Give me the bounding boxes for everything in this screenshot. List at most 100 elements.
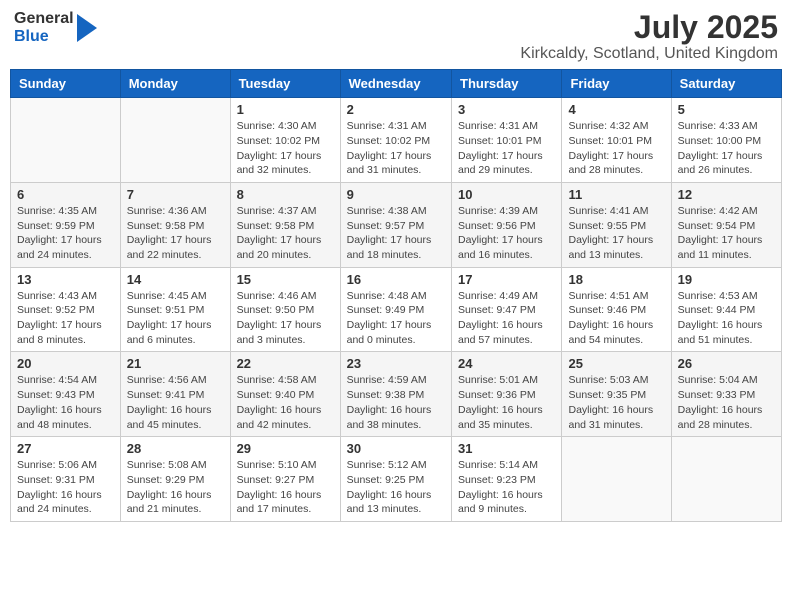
day-info: Sunrise: 4:56 AMSunset: 9:41 PMDaylight:… (127, 373, 224, 432)
calendar-cell: 7 Sunrise: 4:36 AMSunset: 9:58 PMDaylight… (120, 182, 230, 267)
calendar-cell: 1 Sunrise: 4:30 AMSunset: 10:02 PMDayligh… (230, 98, 340, 183)
day-info: Sunrise: 4:38 AMSunset: 9:57 PMDaylight:… (347, 204, 445, 263)
calendar-cell: 20 Sunrise: 4:54 AMSunset: 9:43 PMDayligh… (11, 352, 121, 437)
calendar-cell: 25 Sunrise: 5:03 AMSunset: 9:35 PMDayligh… (562, 352, 671, 437)
day-number: 23 (347, 356, 445, 371)
calendar-cell: 2Sunrise: 4:31 AMSunset: 10:02 PMDayligh… (340, 98, 451, 183)
calendar-row-5: 27Sunrise: 5:06 AMSunset: 9:31 PMDayligh… (11, 437, 782, 522)
calendar-cell: 10 Sunrise: 4:39 AMSunset: 9:56 PMDayligh… (452, 182, 562, 267)
day-info: Sunrise: 4:49 AMSunset: 9:47 PMDaylight:… (458, 289, 555, 348)
col-header-sunday: Sunday (11, 70, 121, 98)
calendar-cell: 14 Sunrise: 4:45 AMSunset: 9:51 PMDayligh… (120, 267, 230, 352)
day-number: 14 (127, 272, 224, 287)
day-number: 26 (678, 356, 775, 371)
calendar-cell: 9 Sunrise: 4:38 AMSunset: 9:57 PMDaylight… (340, 182, 451, 267)
day-info: Sunrise: 4:46 AMSunset: 9:50 PMDaylight:… (237, 289, 334, 348)
calendar-cell: 5 Sunrise: 4:33 AMSunset: 10:00 PMDayligh… (671, 98, 781, 183)
calendar-cell: 3 Sunrise: 4:31 AMSunset: 10:01 PMDayligh… (452, 98, 562, 183)
calendar-header-row: SundayMondayTuesdayWednesdayThursdayFrid… (11, 70, 782, 98)
day-number: 7 (127, 187, 224, 202)
calendar-row-1: 1 Sunrise: 4:30 AMSunset: 10:02 PMDayligh… (11, 98, 782, 183)
col-header-thursday: Thursday (452, 70, 562, 98)
calendar-cell: 22 Sunrise: 4:58 AMSunset: 9:40 PMDayligh… (230, 352, 340, 437)
day-info: Sunrise: 4:43 AMSunset: 9:52 PMDaylight:… (17, 289, 114, 348)
day-info: Sunrise: 4:39 AMSunset: 9:56 PMDaylight:… (458, 204, 555, 263)
day-number: 22 (237, 356, 334, 371)
day-number: 19 (678, 272, 775, 287)
month-title: July 2025 (520, 10, 778, 45)
day-number: 20 (17, 356, 114, 371)
day-info: Sunrise: 4:51 AMSunset: 9:46 PMDaylight:… (568, 289, 664, 348)
day-number: 6 (17, 187, 114, 202)
logo-general-text: General (14, 10, 74, 28)
day-info: Sunrise: 4:35 AMSunset: 9:59 PMDaylight:… (17, 204, 114, 263)
calendar-cell: 31Sunrise: 5:14 AMSunset: 9:23 PMDayligh… (452, 437, 562, 522)
day-info: Sunrise: 4:31 AMSunset: 10:01 PMDaylight… (458, 119, 555, 178)
day-number: 21 (127, 356, 224, 371)
day-info: Sunrise: 5:01 AMSunset: 9:36 PMDaylight:… (458, 373, 555, 432)
logo: General Blue (14, 10, 97, 47)
day-info: Sunrise: 4:53 AMSunset: 9:44 PMDaylight:… (678, 289, 775, 348)
col-header-wednesday: Wednesday (340, 70, 451, 98)
day-number: 4 (568, 102, 664, 117)
day-info: Sunrise: 4:31 AMSunset: 10:02 PMDaylight… (347, 119, 445, 178)
day-number: 31 (458, 441, 555, 456)
day-number: 30 (347, 441, 445, 456)
page-header: General Blue July 2025 Kirkcaldy, Scotla… (10, 10, 782, 63)
col-header-tuesday: Tuesday (230, 70, 340, 98)
day-info: Sunrise: 4:33 AMSunset: 10:00 PMDaylight… (678, 119, 775, 178)
day-info: Sunrise: 4:30 AMSunset: 10:02 PMDaylight… (237, 119, 334, 178)
day-info: Sunrise: 5:03 AMSunset: 9:35 PMDaylight:… (568, 373, 664, 432)
calendar-cell: 4Sunrise: 4:32 AMSunset: 10:01 PMDayligh… (562, 98, 671, 183)
day-number: 15 (237, 272, 334, 287)
day-number: 11 (568, 187, 664, 202)
day-number: 25 (568, 356, 664, 371)
day-number: 29 (237, 441, 334, 456)
calendar-cell: 23 Sunrise: 4:59 AMSunset: 9:38 PMDayligh… (340, 352, 451, 437)
title-block: July 2025 Kirkcaldy, Scotland, United Ki… (520, 10, 778, 63)
day-number: 16 (347, 272, 445, 287)
day-number: 12 (678, 187, 775, 202)
day-info: Sunrise: 4:54 AMSunset: 9:43 PMDaylight:… (17, 373, 114, 432)
day-number: 1 (237, 102, 334, 117)
day-number: 28 (127, 441, 224, 456)
calendar-row-4: 20 Sunrise: 4:54 AMSunset: 9:43 PMDayligh… (11, 352, 782, 437)
calendar-row-2: 6 Sunrise: 4:35 AMSunset: 9:59 PMDaylight… (11, 182, 782, 267)
day-number: 8 (237, 187, 334, 202)
day-info: Sunrise: 4:59 AMSunset: 9:38 PMDaylight:… (347, 373, 445, 432)
day-number: 17 (458, 272, 555, 287)
calendar-cell: 26Sunrise: 5:04 AMSunset: 9:33 PMDayligh… (671, 352, 781, 437)
day-number: 3 (458, 102, 555, 117)
calendar-cell: 13 Sunrise: 4:43 AMSunset: 9:52 PMDayligh… (11, 267, 121, 352)
calendar-cell: 16 Sunrise: 4:48 AMSunset: 9:49 PMDayligh… (340, 267, 451, 352)
calendar-cell: 15 Sunrise: 4:46 AMSunset: 9:50 PMDayligh… (230, 267, 340, 352)
col-header-friday: Friday (562, 70, 671, 98)
day-number: 5 (678, 102, 775, 117)
day-number: 24 (458, 356, 555, 371)
day-info: Sunrise: 4:36 AMSunset: 9:58 PMDaylight:… (127, 204, 224, 263)
day-info: Sunrise: 5:12 AMSunset: 9:25 PMDaylight:… (347, 458, 445, 517)
day-info: Sunrise: 4:48 AMSunset: 9:49 PMDaylight:… (347, 289, 445, 348)
day-info: Sunrise: 5:10 AMSunset: 9:27 PMDaylight:… (237, 458, 334, 517)
calendar-cell: 19 Sunrise: 4:53 AMSunset: 9:44 PMDayligh… (671, 267, 781, 352)
logo-triangle-icon (77, 10, 97, 46)
day-info: Sunrise: 4:58 AMSunset: 9:40 PMDaylight:… (237, 373, 334, 432)
logo-blue-text: Blue (14, 28, 74, 46)
calendar-cell: 12Sunrise: 4:42 AMSunset: 9:54 PMDayligh… (671, 182, 781, 267)
calendar-cell (671, 437, 781, 522)
day-info: Sunrise: 4:37 AMSunset: 9:58 PMDaylight:… (237, 204, 334, 263)
day-info: Sunrise: 5:06 AMSunset: 9:31 PMDaylight:… (17, 458, 114, 517)
calendar-cell: 21 Sunrise: 4:56 AMSunset: 9:41 PMDayligh… (120, 352, 230, 437)
location: Kirkcaldy, Scotland, United Kingdom (520, 45, 778, 63)
day-number: 13 (17, 272, 114, 287)
day-number: 9 (347, 187, 445, 202)
calendar-cell (120, 98, 230, 183)
day-number: 10 (458, 187, 555, 202)
calendar-cell: 8 Sunrise: 4:37 AMSunset: 9:58 PMDaylight… (230, 182, 340, 267)
day-info: Sunrise: 4:41 AMSunset: 9:55 PMDaylight:… (568, 204, 664, 263)
calendar-cell: 6 Sunrise: 4:35 AMSunset: 9:59 PMDaylight… (11, 182, 121, 267)
col-header-monday: Monday (120, 70, 230, 98)
day-info: Sunrise: 4:45 AMSunset: 9:51 PMDaylight:… (127, 289, 224, 348)
calendar-cell: 28Sunrise: 5:08 AMSunset: 9:29 PMDayligh… (120, 437, 230, 522)
calendar-cell: 24 Sunrise: 5:01 AMSunset: 9:36 PMDayligh… (452, 352, 562, 437)
